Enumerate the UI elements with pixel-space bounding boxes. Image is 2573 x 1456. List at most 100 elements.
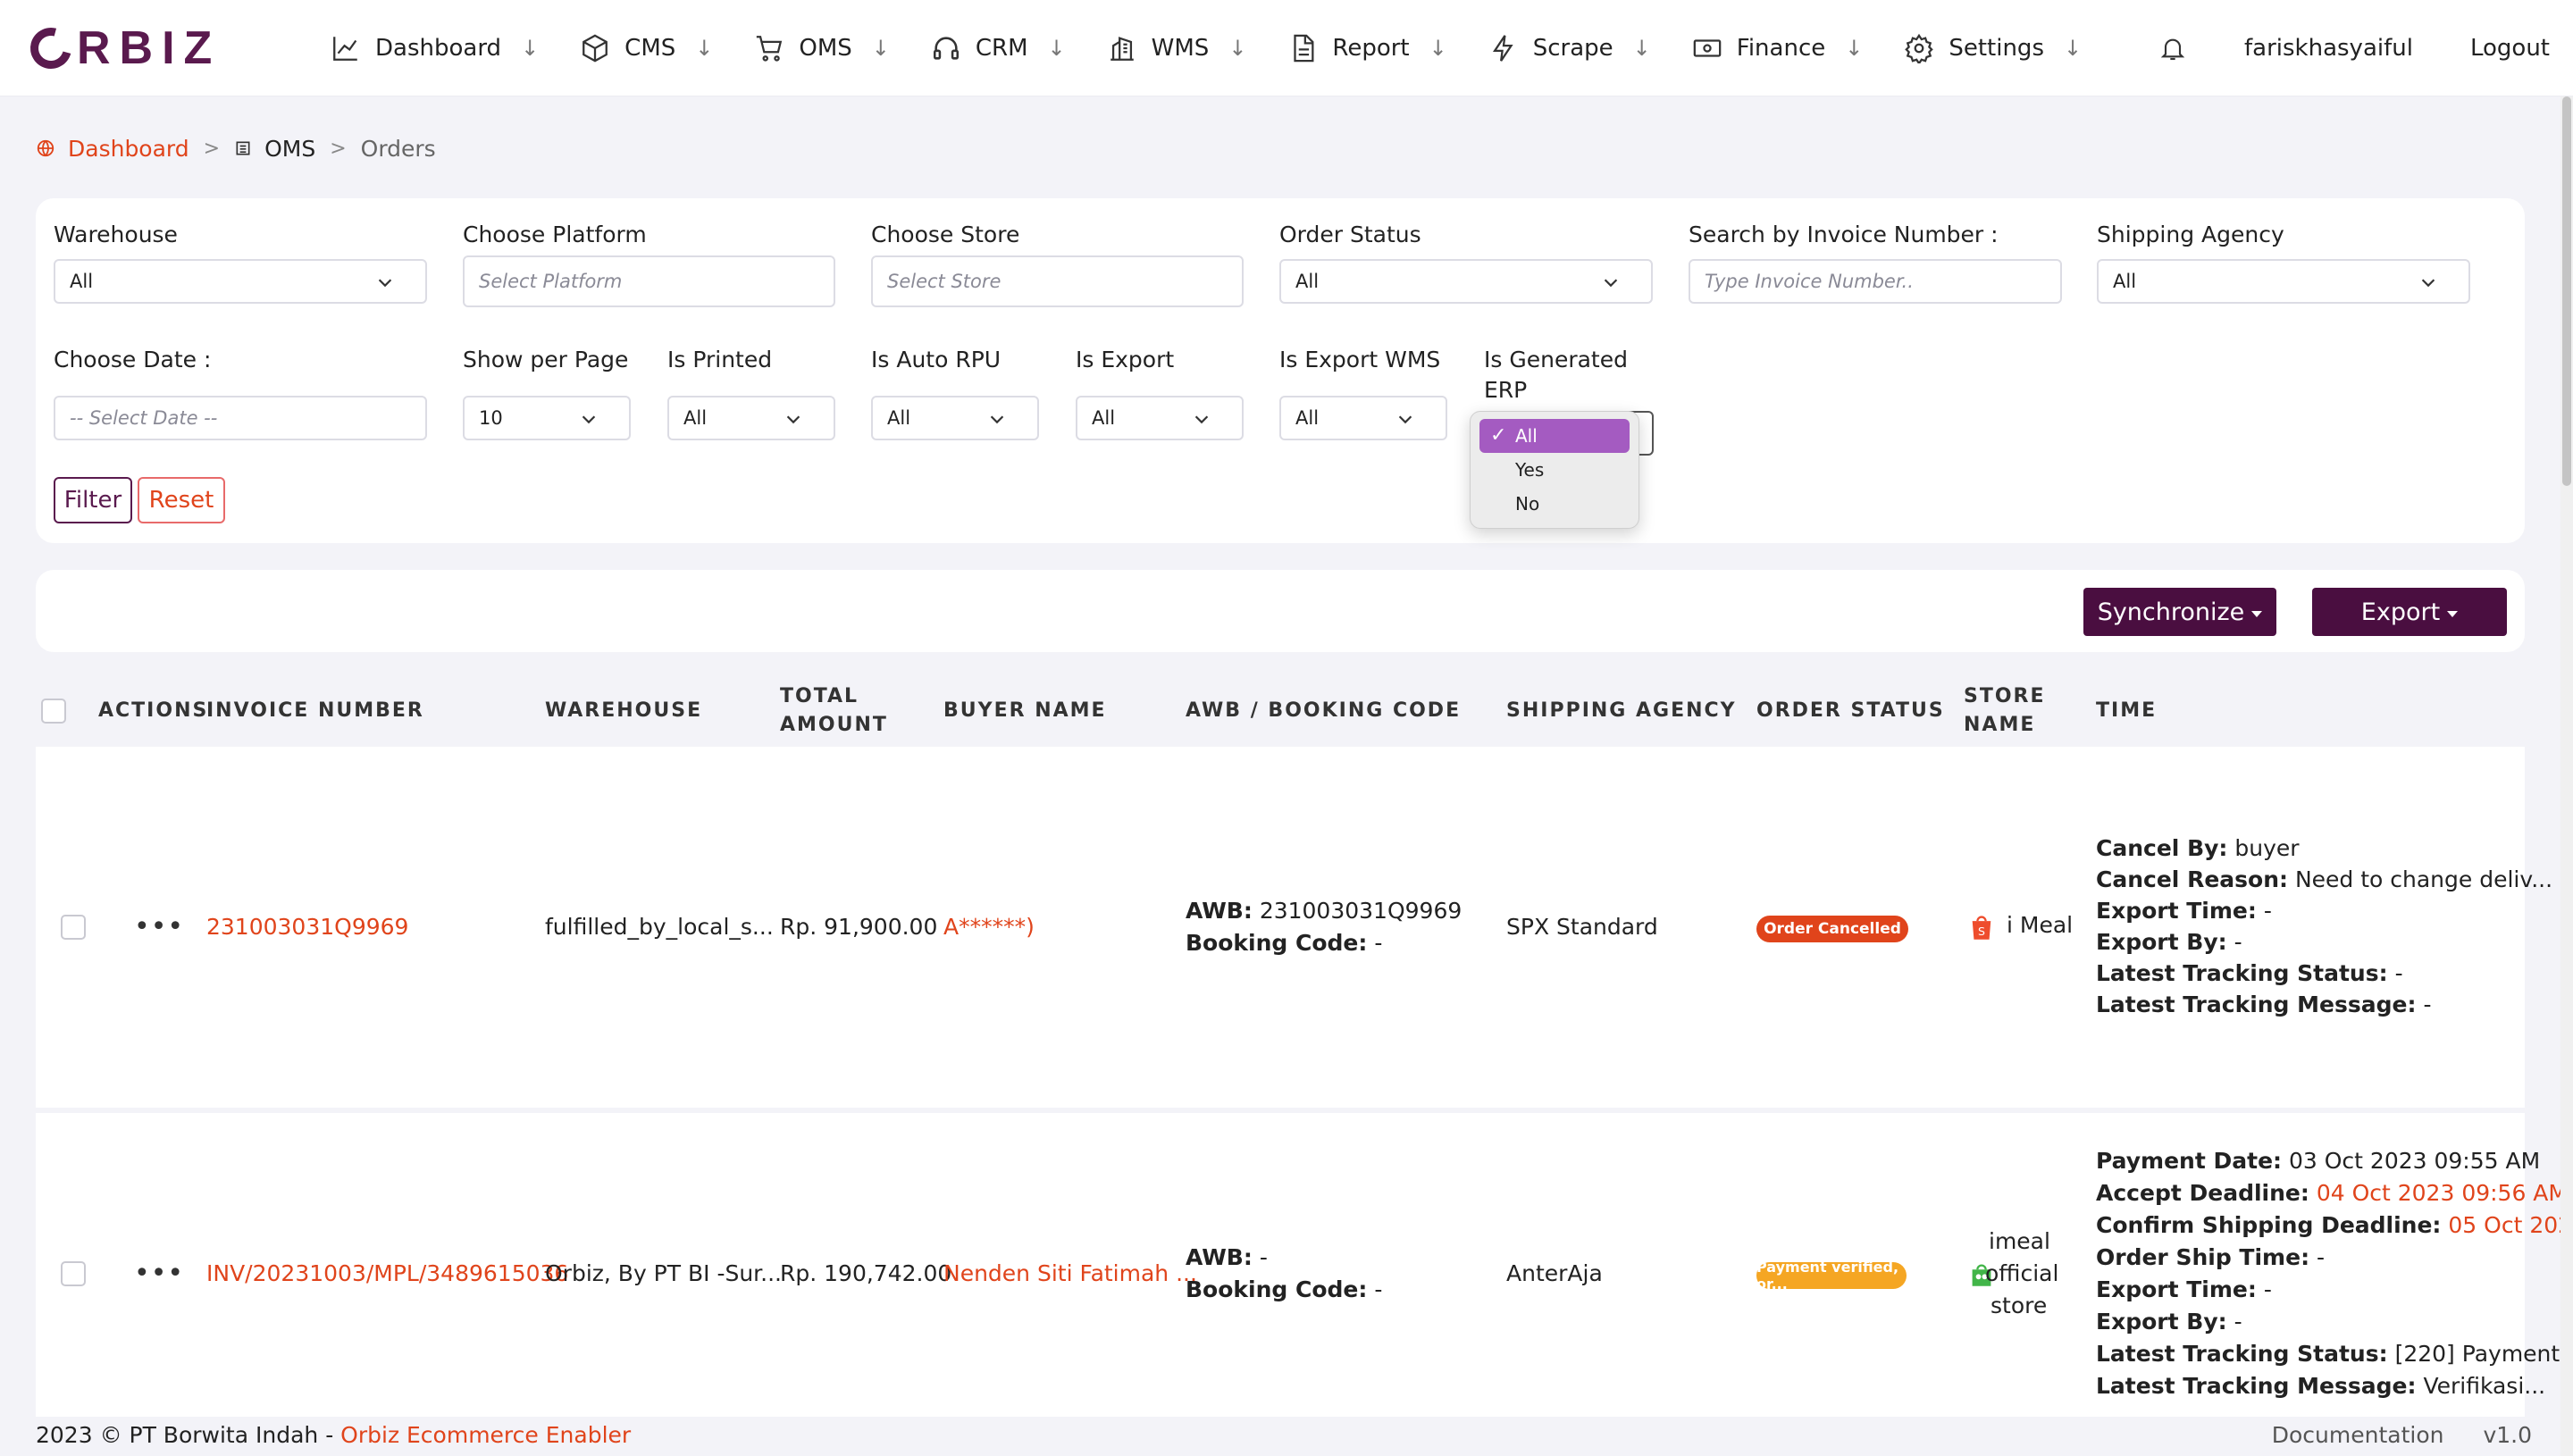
- store-placeholder: Select Store: [887, 271, 1002, 292]
- nav-report[interactable]: Report ↓: [1287, 0, 1447, 96]
- is-export-wms-value: All: [1295, 407, 1320, 429]
- total-cell: Rp. 190,742.00: [780, 1260, 952, 1286]
- awb-label: AWB:: [1186, 898, 1253, 924]
- time-key: Latest Tracking Status:: [2096, 960, 2388, 986]
- dropdown-option-no[interactable]: No: [1479, 487, 1630, 521]
- invoice-link[interactable]: 231003031Q9969: [206, 911, 408, 943]
- platform-placeholder: Select Platform: [479, 271, 623, 292]
- row-checkbox[interactable]: [61, 915, 86, 940]
- time-key: Export By:: [2096, 1309, 2227, 1335]
- select-all-checkbox[interactable]: [41, 699, 66, 724]
- is-export-wms-select[interactable]: All: [1279, 396, 1447, 440]
- time-key: Accept Deadline:: [2096, 1180, 2309, 1206]
- time-key: Latest Tracking Status:: [2096, 1341, 2388, 1367]
- dropdown-option-yes[interactable]: Yes: [1479, 453, 1630, 487]
- filter-button[interactable]: Filter: [54, 477, 132, 523]
- more-actions-icon[interactable]: •••: [134, 1260, 184, 1287]
- nav-label: CMS: [624, 35, 676, 62]
- header-shipping[interactable]: SHIPPING AGENCY: [1506, 697, 1737, 725]
- warehouse-cell: fulfilled_by_local_s...: [545, 914, 774, 940]
- header-store[interactable]: STORE: [1964, 682, 2046, 711]
- time-value: -: [2234, 1309, 2242, 1335]
- header-time[interactable]: TIME: [2096, 697, 2157, 725]
- time-key: Export Time:: [2096, 898, 2257, 924]
- chevron-down-icon: [582, 415, 596, 424]
- export-button[interactable]: Export: [2312, 588, 2507, 636]
- orbiz-logo[interactable]: RBIZ: [22, 20, 221, 77]
- nav-dashboard[interactable]: Dashboard ↓: [331, 0, 539, 96]
- time-value: -: [2423, 992, 2432, 1017]
- option-label: All: [1515, 425, 1538, 447]
- breadcrumb-dashboard[interactable]: Dashboard: [68, 136, 189, 162]
- footer: 2023 © PT Borwita Indah - Orbiz Ecommerc…: [36, 1422, 2537, 1454]
- time-key: Payment Date:: [2096, 1148, 2283, 1174]
- header-awb[interactable]: AWB / BOOKING CODE: [1186, 697, 1461, 725]
- nav-wms[interactable]: WMS ↓: [1107, 0, 1246, 96]
- per-page-label: Show per Page: [463, 347, 629, 372]
- buyer-link[interactable]: A******): [943, 911, 1035, 943]
- time-key: Latest Tracking Message:: [2096, 1373, 2417, 1399]
- time-key: Cancel Reason:: [2096, 866, 2288, 892]
- time-value: [220] Payment ve: [2394, 1341, 2573, 1367]
- chevron-down-icon: [786, 415, 800, 424]
- warehouse-select[interactable]: All: [54, 259, 427, 304]
- time-value: -: [2263, 898, 2272, 924]
- time-value: -: [2234, 929, 2242, 955]
- is-auto-rpu-label: Is Auto RPU: [871, 347, 1002, 372]
- shopee-bag-icon: S: [1972, 916, 1991, 940]
- buyer-link[interactable]: Nenden Siti Fatimah ...: [943, 1258, 1197, 1290]
- invoice-link[interactable]: INV/20231003/MPL/3489615036: [206, 1258, 568, 1290]
- breadcrumb-oms[interactable]: OMS: [264, 136, 315, 162]
- invoice-search-input[interactable]: Type Invoice Number..: [1689, 259, 2062, 304]
- is-generated-erp-label-2: ERP: [1484, 377, 1528, 403]
- shipping-agency-select[interactable]: All: [2097, 259, 2470, 304]
- header-total[interactable]: TOTAL: [780, 682, 859, 711]
- is-printed-select[interactable]: All: [667, 396, 835, 440]
- status-badge: Order Cancelled: [1756, 916, 1908, 942]
- nav-oms[interactable]: OMS ↓: [754, 0, 890, 96]
- dropdown-option-all[interactable]: ✓ All: [1479, 419, 1630, 453]
- time-key: Latest Tracking Message:: [2096, 992, 2417, 1017]
- store-select[interactable]: Select Store: [871, 255, 1244, 307]
- chart-line-icon: [333, 37, 357, 61]
- store-label: Choose Store: [871, 222, 1020, 247]
- is-export-select[interactable]: All: [1076, 396, 1244, 440]
- header-warehouse[interactable]: WAREHOUSE: [545, 697, 702, 725]
- platform-select[interactable]: Select Platform: [463, 255, 835, 307]
- nav-label: Dashboard: [375, 35, 502, 62]
- booking-value: -: [1374, 930, 1383, 956]
- per-page-select[interactable]: 10: [463, 396, 631, 440]
- footer-right: Documentation v1.0: [2272, 1422, 2532, 1448]
- nav-finance[interactable]: Finance ↓: [1692, 0, 1863, 96]
- more-actions-icon[interactable]: •••: [134, 914, 184, 941]
- headset-icon: [933, 37, 959, 60]
- header-store-2: NAME: [1964, 714, 2036, 736]
- platform-label: Choose Platform: [463, 222, 647, 247]
- nav-crm[interactable]: CRM ↓: [931, 0, 1066, 96]
- warehouse-value: All: [70, 271, 94, 292]
- header-status[interactable]: ORDER STATUS: [1756, 697, 1945, 725]
- order-status-label: Order Status: [1279, 222, 1421, 247]
- nav-cms[interactable]: CMS ↓: [580, 0, 713, 96]
- header-invoice[interactable]: INVOICE NUMBER: [206, 697, 424, 725]
- header-buyer[interactable]: BUYER NAME: [943, 697, 1107, 725]
- reset-button[interactable]: Reset: [138, 477, 225, 523]
- caret-down-icon: [2251, 610, 2263, 617]
- arrow-down-icon: ↓: [1429, 36, 1447, 61]
- logout-link[interactable]: Logout: [2470, 35, 2550, 62]
- is-auto-rpu-select[interactable]: All: [871, 396, 1039, 440]
- building-icon: [1110, 37, 1134, 61]
- date-picker-input[interactable]: -- Select Date --: [54, 396, 427, 440]
- nav-scrape[interactable]: Scrape ↓: [1488, 0, 1651, 96]
- awb-value: -: [1259, 1244, 1268, 1270]
- row-checkbox[interactable]: [61, 1261, 86, 1286]
- documentation-link[interactable]: Documentation: [2272, 1422, 2444, 1448]
- user-name[interactable]: fariskhasyaiful: [2244, 35, 2413, 62]
- bell-icon[interactable]: [2158, 33, 2187, 63]
- synchronize-button[interactable]: Synchronize: [2083, 588, 2276, 636]
- footer-company-link[interactable]: Orbiz Ecommerce Enabler: [340, 1422, 631, 1448]
- nav-settings[interactable]: Settings ↓: [1904, 0, 2082, 96]
- box-icon: [582, 34, 608, 63]
- scrollbar-thumb[interactable]: [2562, 96, 2571, 486]
- order-status-select[interactable]: All: [1279, 259, 1653, 304]
